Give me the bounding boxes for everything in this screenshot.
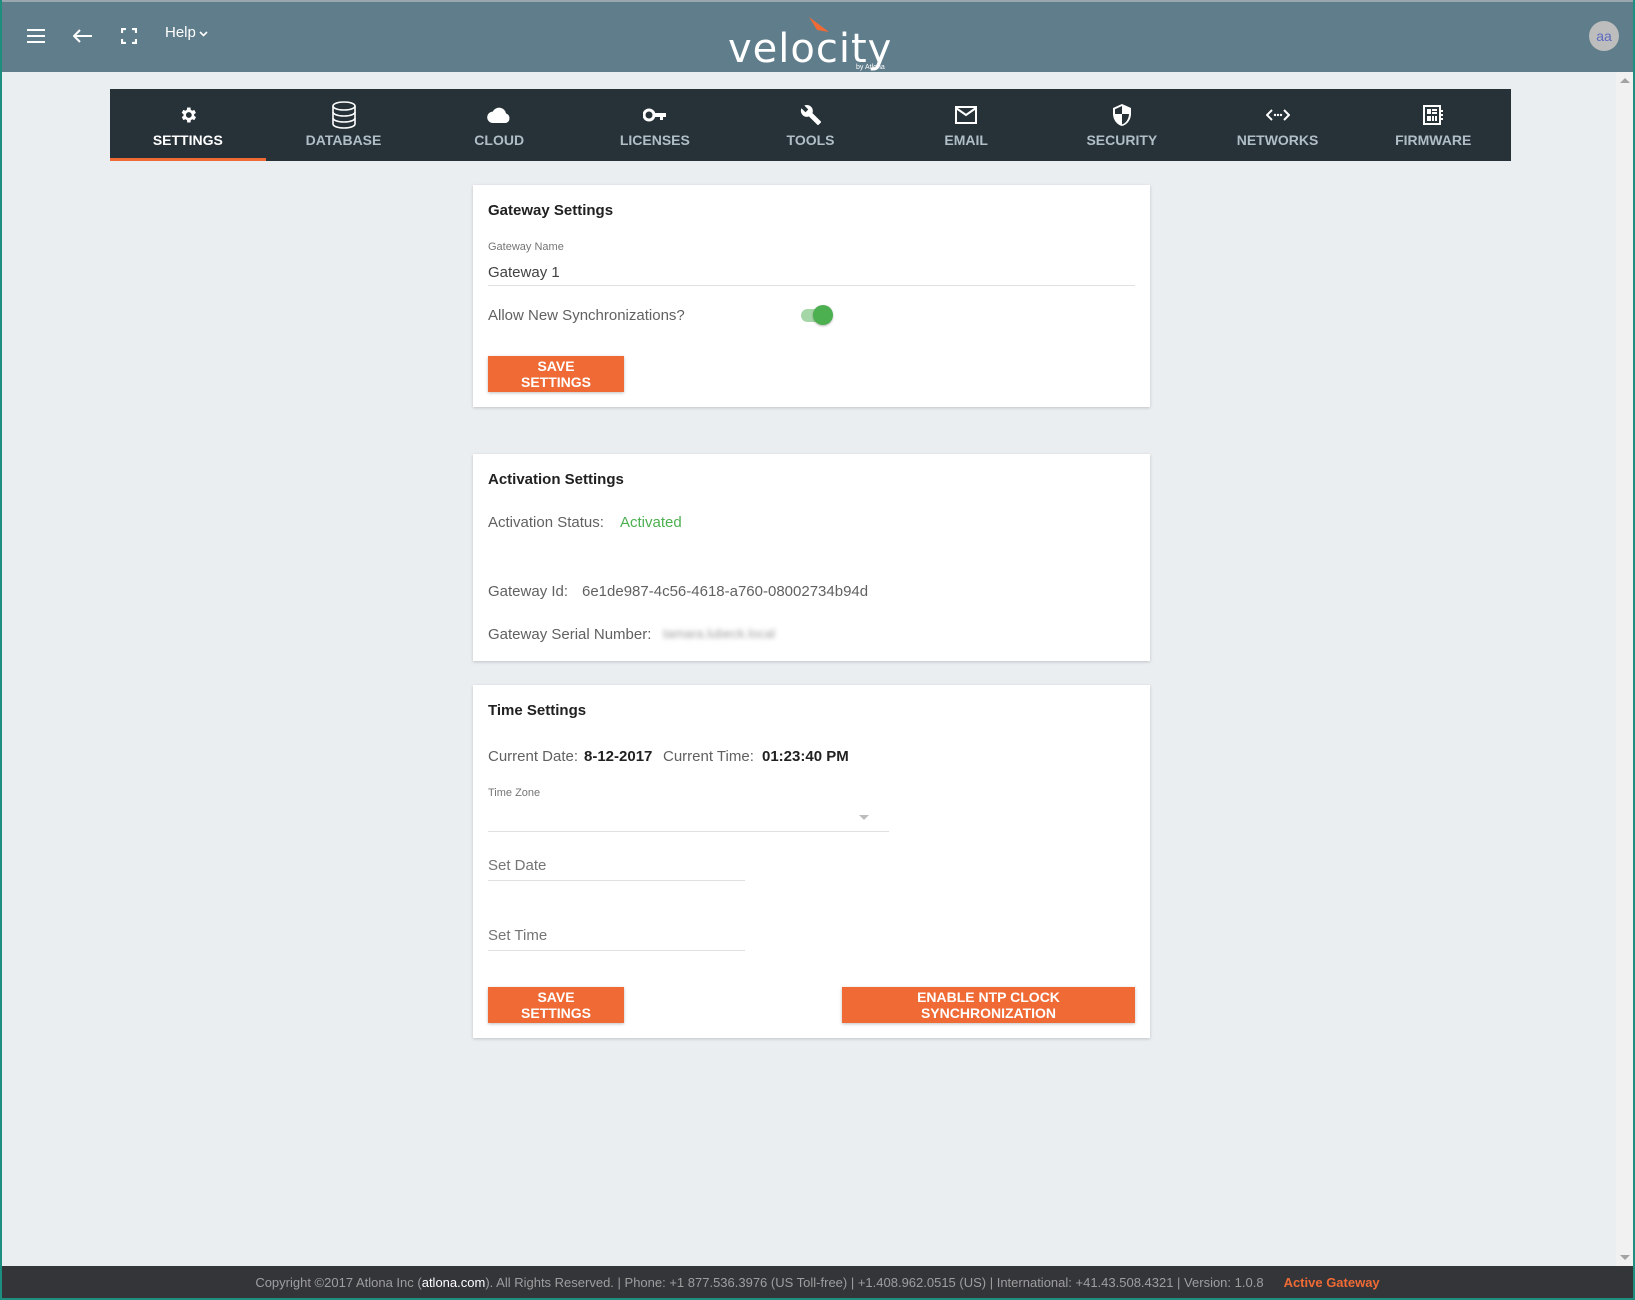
toggle-thumb [813, 305, 833, 325]
key-icon [642, 102, 667, 128]
footer-copyright: Copyright ©2017 Atlona Inc (atlona.com).… [255, 1275, 1263, 1290]
logo-subtitle: by Atlona [856, 64, 885, 71]
tab-security[interactable]: SECURITY [1044, 89, 1200, 161]
time-settings-card: Time Settings Current Date: 8-12-2017 Cu… [473, 685, 1150, 1038]
enable-ntp-button[interactable]: ENABLE NTP CLOCK SYNCHRONIZATION [842, 987, 1135, 1023]
gateway-id-value: 6e1de987-4c56-4618-a760-08002734b94d [582, 583, 869, 600]
gear-icon [178, 102, 198, 128]
active-gateway-link[interactable]: Active Gateway [1284, 1275, 1380, 1290]
back-arrow-icon[interactable] [69, 22, 97, 50]
current-date-label: Current Date: [488, 748, 579, 765]
allow-sync-label: Allow New Synchronizations? [488, 307, 685, 324]
atlona-link[interactable]: atlona.com [422, 1275, 486, 1290]
gateway-name-underline [488, 285, 1135, 286]
gateway-serial-label: Gateway Serial Number: [488, 626, 652, 643]
avatar-initials: aa [1596, 28, 1612, 44]
gateway-serial-value: tamara.lubeck.local [663, 626, 775, 641]
tab-label: DATABASE [305, 132, 382, 148]
copyright-prefix: Copyright ©2017 Atlona Inc ( [255, 1274, 422, 1290]
tab-settings[interactable]: SETTINGS [110, 89, 266, 161]
current-time-label: Current Time: [663, 748, 754, 765]
save-time-settings-button[interactable]: SAVE SETTINGS [488, 987, 624, 1023]
tab-label: SETTINGS [152, 132, 223, 148]
shield-icon [1112, 102, 1132, 128]
menu-icon[interactable] [22, 22, 50, 50]
tab-email[interactable]: EMAIL [888, 89, 1044, 161]
velocity-logo: velocity by Atlona [724, 16, 924, 72]
activation-status-label: Activation Status: [488, 514, 604, 531]
activation-status-value: Activated [620, 514, 682, 531]
user-avatar[interactable]: aa [1589, 21, 1619, 51]
gateway-name-label: Gateway Name [488, 241, 564, 253]
current-date-value: 8-12-2017 [584, 748, 653, 765]
time-zone-select[interactable] [488, 800, 889, 833]
tab-label: CLOUD [474, 132, 525, 148]
chevron-down-icon [199, 24, 208, 41]
tab-label: SECURITY [1086, 132, 1158, 148]
tab-label: EMAIL [944, 132, 988, 148]
allow-sync-toggle[interactable] [799, 303, 835, 327]
tab-firmware[interactable]: FIRMWARE [1355, 89, 1511, 161]
activation-settings-card: Activation Settings Activation Status: A… [473, 454, 1150, 661]
network-icon [1265, 102, 1290, 128]
tab-label: TOOLS [786, 132, 835, 148]
set-date-input[interactable] [488, 851, 745, 881]
card-title: Gateway Settings [488, 202, 614, 219]
card-title: Time Settings [488, 702, 587, 719]
time-zone-label: Time Zone [488, 787, 541, 799]
tab-cloud[interactable]: CLOUD [421, 89, 577, 161]
gateway-settings-card: Gateway Settings Gateway Name Gateway 1 … [473, 185, 1150, 407]
set-time-input[interactable] [488, 921, 745, 951]
save-gateway-settings-button[interactable]: SAVE SETTINGS [488, 356, 624, 392]
scroll-down-arrow-icon[interactable] [1620, 1255, 1630, 1260]
tab-database[interactable]: DATABASE [266, 89, 422, 161]
dropdown-arrow-icon [859, 815, 869, 820]
top-app-bar: Help velocity by Atlona aa [2, 0, 1633, 72]
tab-label: LICENSES [619, 132, 690, 148]
gateway-id-label: Gateway Id: [488, 583, 569, 600]
footer: Copyright ©2017 Atlona Inc (atlona.com).… [2, 1266, 1633, 1298]
envelope-icon [955, 102, 978, 128]
current-time-value: 01:23:40 PM [762, 748, 849, 765]
copyright-suffix: ). All Rights Reserved. | Phone: +1 877.… [485, 1274, 1264, 1290]
database-icon [331, 101, 357, 129]
scroll-up-arrow-icon[interactable] [1620, 78, 1630, 83]
time-zone-underline [488, 831, 889, 832]
tab-label: FIRMWARE [1395, 132, 1472, 148]
gateway-name-input[interactable]: Gateway 1 [488, 264, 560, 281]
wrench-icon [800, 102, 822, 128]
tab-networks[interactable]: NETWORKS [1200, 89, 1356, 161]
tab-label: NETWORKS [1236, 132, 1319, 148]
page-scrollbar[interactable] [1616, 72, 1633, 1268]
tab-licenses[interactable]: LICENSES [577, 89, 733, 161]
tab-tools[interactable]: TOOLS [733, 89, 889, 161]
fullscreen-icon[interactable] [115, 22, 143, 50]
card-title: Activation Settings [488, 471, 624, 488]
chip-icon [1422, 102, 1444, 128]
settings-nav-bar: SETTINGS DATABASE CLOUD LICENSES TOOLS E… [110, 89, 1511, 161]
help-label: Help [165, 24, 196, 41]
help-menu[interactable]: Help [165, 24, 208, 41]
cloud-icon [487, 102, 511, 128]
